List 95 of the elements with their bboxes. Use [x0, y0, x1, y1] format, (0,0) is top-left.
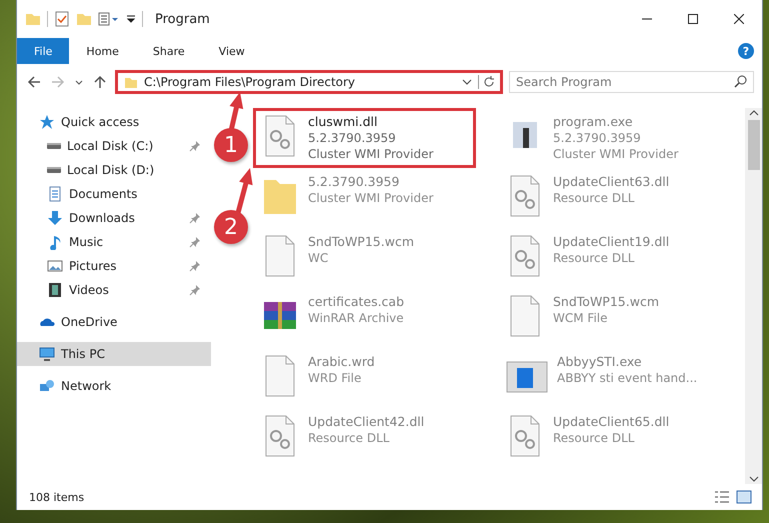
- file-name: 5.2.3790.3959: [308, 174, 400, 190]
- picture-icon: [47, 258, 63, 274]
- download-arrow-icon: [47, 210, 63, 226]
- document-icon: [47, 186, 63, 202]
- file-item[interactable]: UpdateClient63.dll Resource DLL: [498, 168, 743, 224]
- recent-locations-button[interactable]: [73, 78, 85, 86]
- pin-icon: [189, 284, 201, 296]
- file-item[interactable]: AbbyySTI.exe ABBYY sti event hand...: [498, 348, 743, 404]
- file-item[interactable]: Arabic.wrd WRD File: [253, 348, 498, 404]
- file-name: Arabic.wrd: [308, 354, 375, 370]
- folder-icon: [124, 75, 138, 89]
- file-name: cluswmi.dll: [308, 114, 379, 130]
- close-icon: [734, 14, 744, 24]
- file-detail: Resource DLL: [553, 430, 636, 446]
- details-view-icon[interactable]: [714, 489, 730, 505]
- sidebar-item[interactable]: Local Disk (D:): [17, 158, 211, 182]
- search-icon: [734, 75, 747, 88]
- file-name: SndToWP15.wcm: [308, 234, 414, 250]
- item-count: 108 items: [29, 490, 84, 504]
- chevron-down-icon[interactable]: [462, 77, 472, 87]
- file-item[interactable]: 5.2.3790.3959 Cluster WMI Provider: [253, 168, 498, 224]
- pin-icon: [189, 140, 201, 152]
- large-icons-view-icon[interactable]: [736, 489, 752, 505]
- file-detail: Resource DLL: [553, 190, 636, 206]
- maximize-icon: [688, 14, 698, 24]
- file-name: UpdateClient42.dll: [308, 414, 424, 430]
- file-detail: WRD File: [308, 370, 362, 386]
- window-title: Program: [155, 12, 210, 26]
- network-icon: [39, 378, 55, 394]
- file-detail: Resource DLL: [308, 430, 390, 446]
- file-detail: 5.2.3790.3959: [308, 130, 397, 146]
- file-detail: Resource DLL: [553, 250, 636, 266]
- address-path: C:\Program Files\Program Directory: [144, 75, 356, 89]
- scroll-up-icon[interactable]: [748, 108, 758, 118]
- refresh-icon[interactable]: [478, 75, 496, 89]
- sidebar-item[interactable]: Network: [17, 374, 211, 398]
- file-item[interactable]: UpdateClient19.dll Resource DLL: [498, 228, 743, 284]
- pin-icon: [189, 236, 201, 248]
- file-item[interactable]: program.exe 5.2.3790.3959 Cluster WMI Provider: [498, 108, 743, 168]
- address-field[interactable]: C:\Program Files\Program Directory: [115, 70, 503, 94]
- sidebar-item[interactable]: Music: [17, 230, 211, 254]
- file-name: AbbyySTI.exe: [557, 354, 643, 370]
- sidebar-item[interactable]: Documents: [17, 182, 211, 206]
- file-name: SndToWP15.wcm: [553, 294, 659, 310]
- folder-icon: [25, 11, 41, 27]
- checklist-icon[interactable]: [54, 11, 70, 27]
- film-icon: [47, 282, 63, 298]
- scrollbar-thumb[interactable]: [748, 120, 760, 170]
- computer-icon: [39, 346, 55, 362]
- file-item[interactable]: UpdateClient65.dll Resource DLL: [498, 408, 743, 464]
- file-item[interactable]: SndToWP15.wcm WC: [253, 228, 498, 284]
- ribbon-tab[interactable]: Home: [69, 38, 136, 64]
- search-field[interactable]: Search Program: [509, 71, 754, 93]
- file-name: certificates.cab: [308, 294, 404, 310]
- file-detail: Cluster WMI Provider: [308, 190, 434, 206]
- file-detail: ABBYY sti event hand...: [557, 370, 698, 386]
- scrollbar[interactable]: [745, 108, 762, 484]
- file-name: UpdateClient65.dll: [553, 414, 670, 430]
- file-name: UpdateClient63.dll: [553, 174, 670, 190]
- file-detail: 5.2.3790.3959: [553, 130, 642, 146]
- pin-icon: [189, 212, 201, 224]
- chevron-down-icon: [75, 80, 83, 84]
- drive-icon: [47, 143, 61, 149]
- back-arrow-icon: [27, 75, 41, 89]
- sidebar-item[interactable]: This PC: [17, 342, 211, 366]
- file-item[interactable]: UpdateClient42.dll Resource DLL: [253, 408, 498, 464]
- sidebar-item[interactable]: Downloads: [17, 206, 211, 230]
- ribbon-tab[interactable]: Share: [136, 38, 202, 64]
- pin-icon: [189, 260, 201, 272]
- sidebar-item[interactable]: Quick access: [17, 110, 211, 134]
- properties-icon[interactable]: [98, 11, 120, 27]
- file-detail: Cluster WMI Provider: [553, 146, 678, 162]
- star-icon: [39, 114, 55, 130]
- sidebar-item[interactable]: OneDrive: [17, 310, 211, 334]
- file-name: program.exe: [553, 114, 634, 130]
- file-item[interactable]: cluswmi.dll 5.2.3790.3959 Cluster WMI Provider: [253, 108, 476, 168]
- scroll-down-icon[interactable]: [748, 474, 758, 484]
- forward-arrow-icon: [51, 75, 65, 89]
- file-detail: WinRAR Archive: [308, 310, 404, 326]
- up-arrow-icon: [93, 75, 107, 89]
- file-item[interactable]: SndToWP15.wcm WCM File: [498, 288, 743, 344]
- ribbon-tab[interactable]: View: [202, 38, 262, 64]
- file-detail: Cluster WMI Provider: [308, 146, 434, 162]
- sidebar-item[interactable]: Videos: [17, 278, 211, 302]
- file-name: UpdateClient19.dll: [553, 234, 670, 250]
- file-detail: WCM File: [553, 310, 608, 326]
- file-item[interactable]: certificates.cab WinRAR Archive: [253, 288, 498, 344]
- file-detail: WC: [308, 250, 330, 266]
- drive-icon: [47, 167, 61, 173]
- sidebar-item[interactable]: Pictures: [17, 254, 211, 278]
- help-button[interactable]: ?: [738, 43, 754, 59]
- music-note-icon: [47, 234, 63, 250]
- callout-arrow: [236, 168, 253, 214]
- ribbon-tab[interactable]: File: [17, 38, 70, 64]
- sidebar-item[interactable]: Local Disk (C:): [17, 134, 211, 158]
